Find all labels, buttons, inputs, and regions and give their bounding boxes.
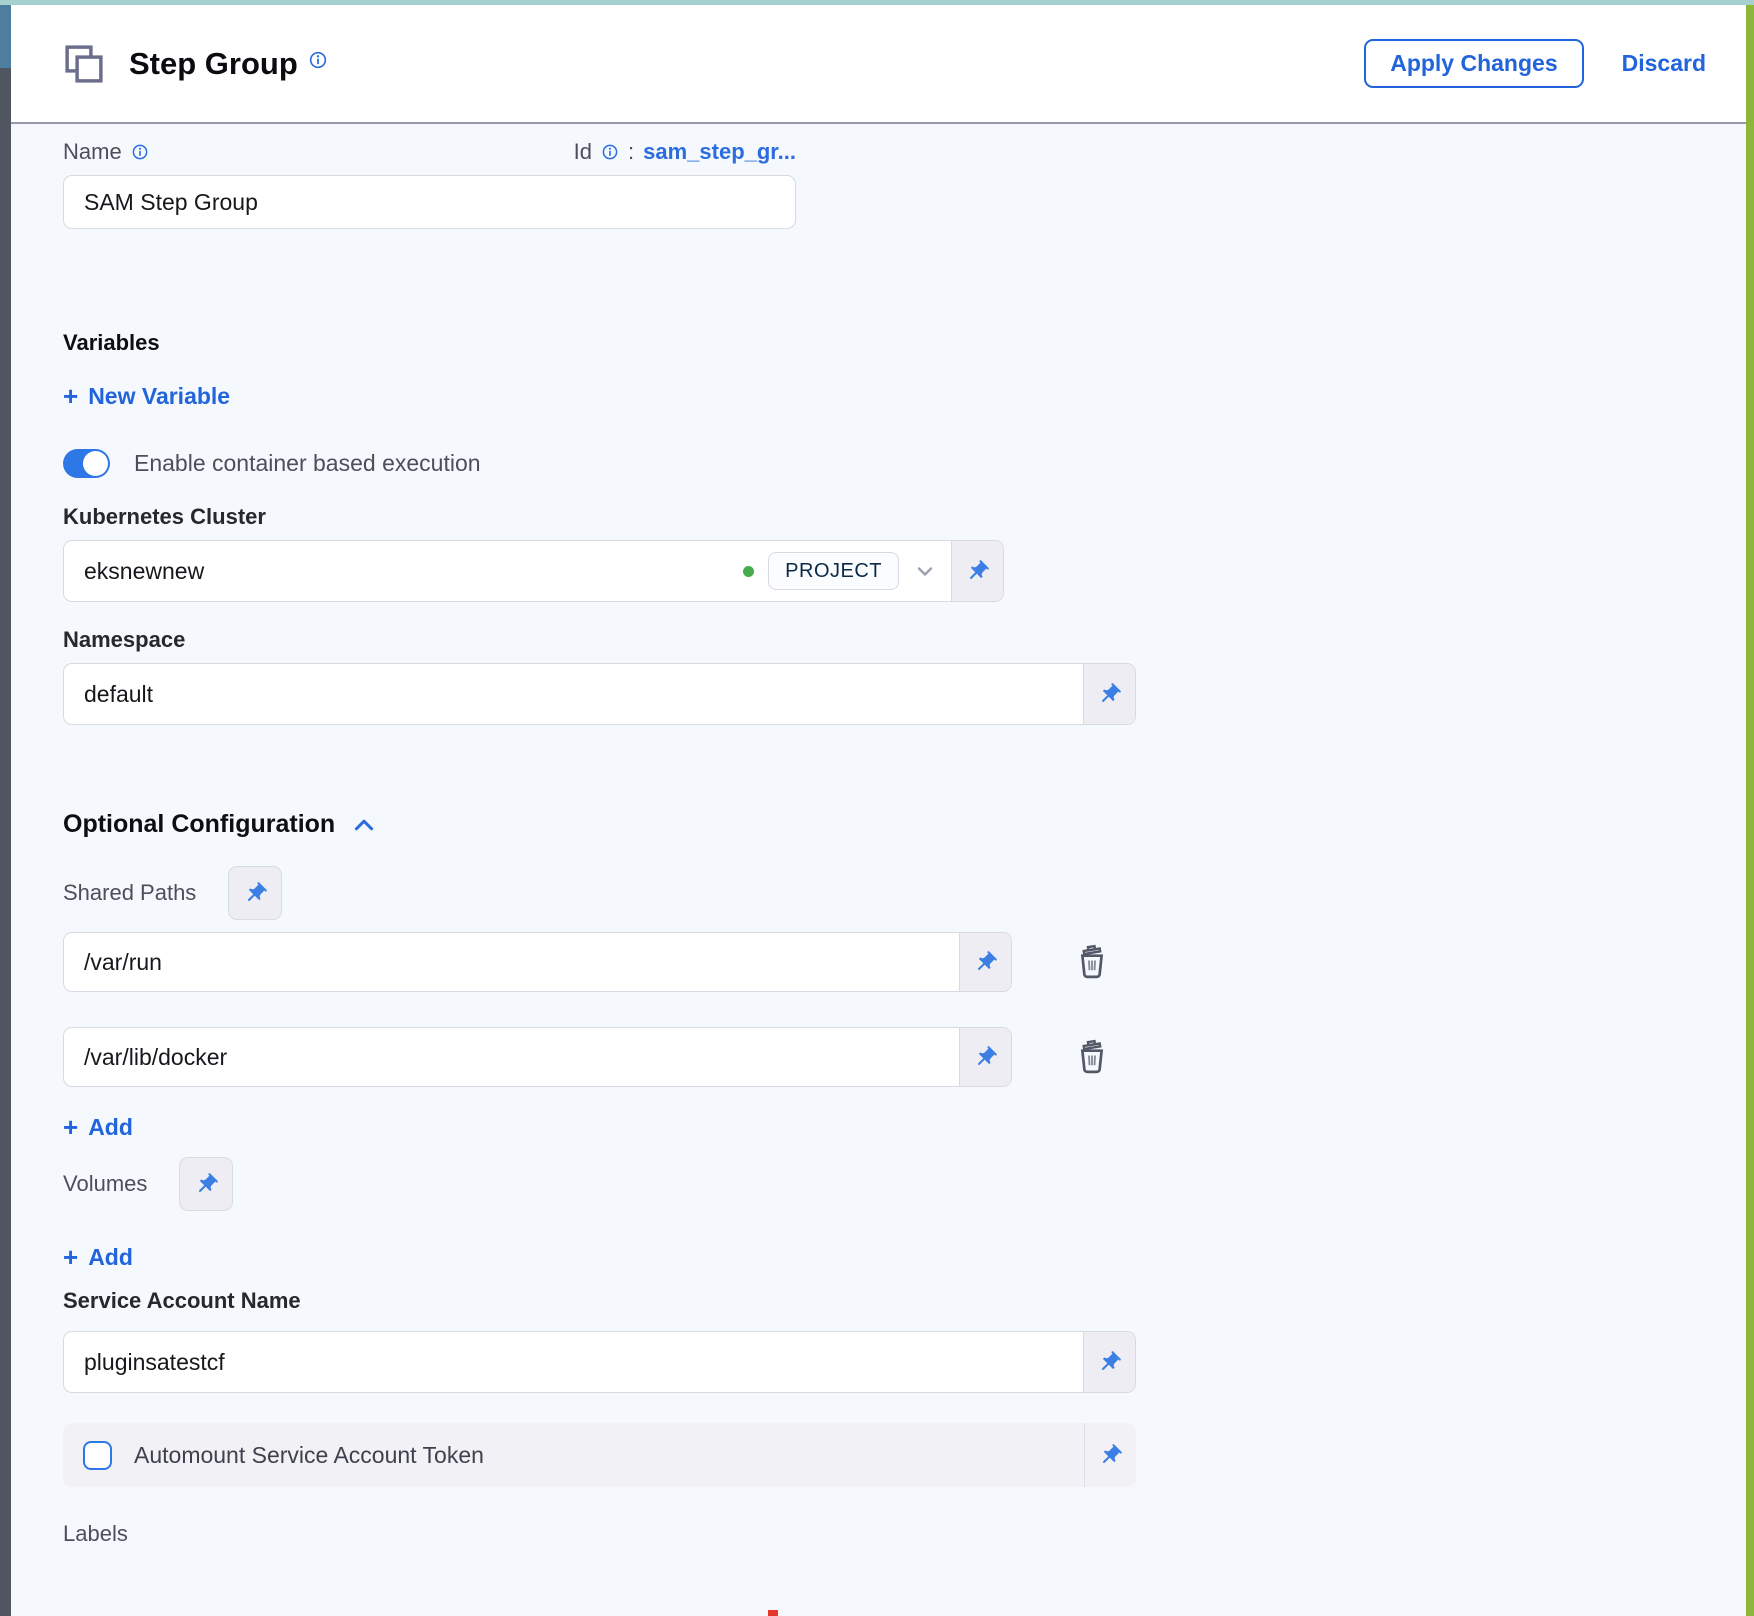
pin-icon [243, 881, 268, 906]
name-input[interactable] [63, 175, 796, 229]
service-account-pin-button[interactable] [1083, 1332, 1135, 1392]
volumes-pin-button[interactable] [179, 1157, 233, 1211]
pin-icon [973, 950, 998, 975]
right-edge-strip [1746, 5, 1754, 1616]
container-execution-toggle[interactable] [63, 449, 110, 478]
volumes-label: Volumes [63, 1171, 147, 1197]
page-title: Step Group [129, 46, 298, 82]
automount-label: Automount Service Account Token [134, 1442, 484, 1469]
collapse-chevron-up-icon[interactable] [351, 812, 377, 838]
left-edge-strip-top [0, 5, 11, 68]
shared-path-pin-button[interactable] [959, 1028, 1011, 1086]
optional-configuration-header: Optional Configuration [63, 810, 1746, 839]
shared-paths-pin-button[interactable] [228, 866, 282, 920]
plus-icon: + [63, 1242, 78, 1273]
optional-configuration-heading: Optional Configuration [63, 810, 335, 839]
variables-heading: Variables [63, 330, 1746, 356]
kubernetes-pin-button[interactable] [951, 541, 1003, 601]
shared-path-row [63, 1027, 1746, 1087]
namespace-input[interactable] [64, 664, 1083, 724]
info-icon[interactable] [308, 50, 328, 70]
toggle-knob [83, 451, 108, 476]
automount-row: Automount Service Account Token [63, 1423, 1136, 1487]
shared-path-input[interactable] [64, 933, 959, 991]
scope-badge: PROJECT [768, 552, 899, 590]
panel-header: Step Group Apply Changes Discard [11, 5, 1746, 124]
pin-icon [1097, 1350, 1122, 1375]
labels-label: Labels [63, 1521, 1746, 1547]
left-edge-strip-bottom [0, 68, 11, 1616]
discard-link[interactable]: Discard [1622, 50, 1706, 77]
pin-icon [1098, 1443, 1123, 1468]
add-volume-button[interactable]: + Add [63, 1242, 133, 1273]
id-value-link[interactable]: sam_step_gr... [643, 139, 796, 165]
name-id-row: Name Id : sam_step_gr... [63, 139, 796, 165]
service-account-input[interactable] [64, 1332, 1083, 1392]
apply-changes-button[interactable]: Apply Changes [1364, 39, 1583, 88]
kubernetes-cluster-label: Kubernetes Cluster [63, 504, 1746, 530]
plus-icon: + [63, 381, 78, 412]
name-info-icon[interactable] [131, 143, 149, 161]
namespace-pin-button[interactable] [1083, 664, 1135, 724]
shared-paths-header: Shared Paths [63, 866, 1746, 920]
pin-icon [194, 1172, 219, 1197]
service-account-field [63, 1331, 1136, 1393]
container-execution-label: Enable container based execution [134, 450, 481, 477]
delete-shared-path-icon[interactable] [1074, 1039, 1110, 1075]
volumes-header: Volumes [63, 1157, 1746, 1211]
step-group-panel: Step Group Apply Changes Discard Name Id… [11, 5, 1746, 1616]
add-shared-path-button[interactable]: + Add [63, 1112, 133, 1143]
add-shared-path-label: Add [88, 1114, 133, 1141]
new-variable-button[interactable]: + New Variable [63, 381, 230, 412]
shared-path-field [63, 932, 1012, 992]
pin-icon [973, 1045, 998, 1070]
id-label: Id [574, 139, 592, 165]
service-account-label: Service Account Name [63, 1288, 1746, 1314]
kubernetes-cluster-input[interactable] [64, 541, 743, 601]
shared-path-row [63, 932, 1746, 992]
namespace-label: Namespace [63, 627, 1746, 653]
namespace-field [63, 663, 1136, 725]
connector-status-dot [743, 566, 754, 577]
id-separator: : [628, 139, 634, 165]
bottom-edge-red-fragment [768, 1610, 778, 1616]
panel-body: Name Id : sam_step_gr... Variables + New… [11, 139, 1746, 1547]
delete-shared-path-icon[interactable] [1074, 944, 1110, 980]
add-volume-label: Add [88, 1244, 133, 1271]
container-execution-row: Enable container based execution [63, 449, 1746, 478]
plus-icon: + [63, 1112, 78, 1143]
name-label: Name [63, 139, 122, 165]
automount-checkbox[interactable] [83, 1441, 112, 1470]
shared-path-pin-button[interactable] [959, 933, 1011, 991]
chevron-down-icon[interactable] [913, 559, 937, 583]
shared-path-input[interactable] [64, 1028, 959, 1086]
top-accent-bar [0, 0, 1754, 5]
pin-icon [965, 559, 990, 584]
shared-path-field [63, 1027, 1012, 1087]
shared-paths-label: Shared Paths [63, 880, 196, 906]
step-group-icon [61, 41, 107, 87]
pin-icon [1097, 682, 1122, 707]
id-info-icon[interactable] [601, 143, 619, 161]
automount-pin-button[interactable] [1084, 1423, 1136, 1487]
new-variable-label: New Variable [88, 383, 230, 410]
kubernetes-cluster-select[interactable]: PROJECT [63, 540, 1004, 602]
